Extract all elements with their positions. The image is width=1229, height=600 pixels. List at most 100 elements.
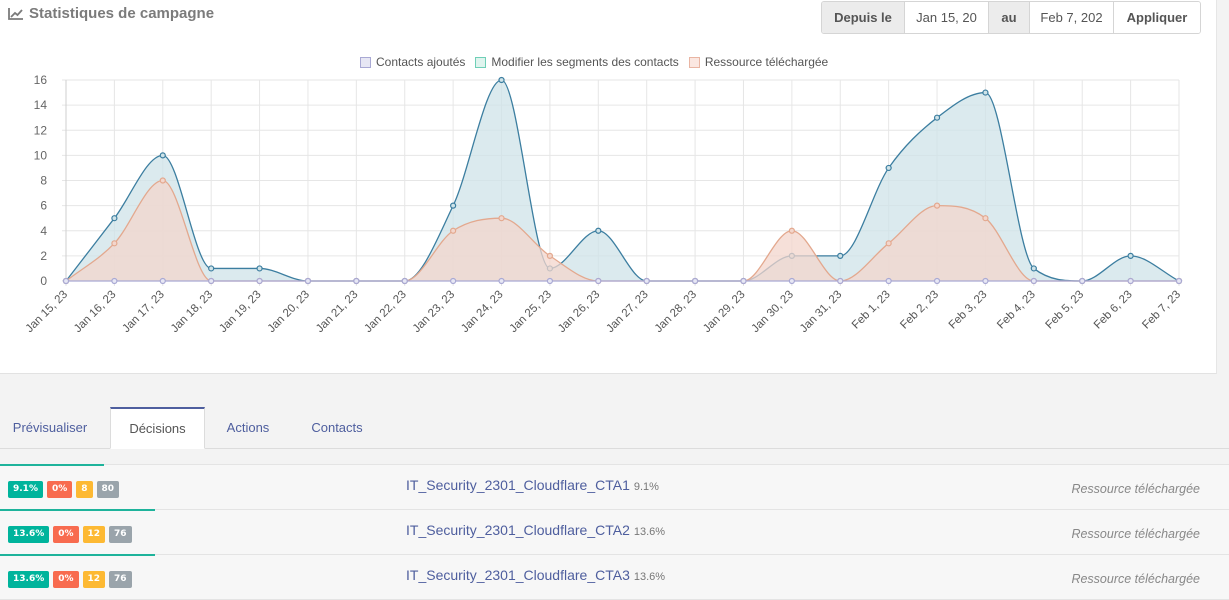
fail-badge: 0%	[46, 481, 73, 498]
yes-count-badge: 8	[76, 481, 93, 498]
data-point	[401, 277, 408, 285]
campaign-line-chart: 0 2 4 6 8 10 12 14 16 Jan 15, 23 Jan 16, 23 Jan 17,…	[24, 73, 1183, 335]
decision-progress	[0, 554, 155, 556]
data-point	[546, 277, 554, 285]
legend-item-downloads[interactable]: Ressource téléchargée	[688, 55, 829, 69]
from-date-input[interactable]: Jan 15, 20	[905, 2, 989, 33]
x-tick-label: Jan 19, 23	[217, 289, 263, 335]
tab-actions[interactable]: Actions	[210, 407, 286, 448]
x-tick-label: Jan 29, 23	[701, 289, 747, 335]
data-point	[837, 277, 844, 285]
decision-row[interactable]: 13.6% 0% 12 76 IT_Security_2301_Cloudfla…	[0, 509, 1229, 555]
x-tick-label: Jan 18, 23	[169, 289, 215, 335]
y-tick-label: 12	[34, 123, 48, 137]
panel-title: Statistiques de campagne	[8, 5, 214, 22]
x-tick-label: Jan 22, 23	[362, 289, 408, 335]
to-label: au	[989, 2, 1030, 33]
decision-pct: 13.6%	[633, 526, 666, 538]
legend-label: Ressource téléchargée	[704, 55, 829, 69]
y-tick-label: 10	[34, 148, 48, 162]
yes-count-badge: 12	[82, 571, 106, 588]
to-date-input[interactable]: Feb 7, 202	[1030, 2, 1114, 33]
data-point	[450, 277, 457, 285]
x-tick-label: Jan 15, 23	[24, 289, 70, 335]
rate-badge: 13.6%	[8, 526, 50, 543]
x-tick-label: Jan 20, 23	[266, 289, 312, 335]
data-point	[498, 215, 505, 222]
y-tick-label: 0	[40, 274, 47, 288]
tab-contacts[interactable]: Contacts	[294, 407, 380, 448]
x-tick-label: Jan 16, 23	[72, 289, 118, 335]
data-point	[304, 277, 312, 285]
data-point	[691, 277, 699, 285]
data-point	[1127, 252, 1134, 259]
y-tick-label: 6	[40, 199, 47, 213]
data-point	[933, 114, 941, 121]
legend-swatch	[688, 56, 700, 68]
data-point	[159, 177, 166, 184]
x-tick-label: Feb 4, 23	[995, 289, 1038, 332]
data-point	[788, 227, 795, 234]
decision-row[interactable]: 13.6% 0% 12 76 IT_Security_2301_Cloudfla…	[0, 554, 1229, 600]
legend-item-contacts-added[interactable]: Contacts ajoutés	[360, 55, 465, 69]
date-range-filter: Depuis le Jan 15, 20 au Feb 7, 202 Appli…	[821, 1, 1201, 34]
data-point	[450, 202, 457, 209]
rate-badge: 9.1%	[8, 481, 43, 498]
data-point	[353, 277, 360, 285]
x-tick-label: Feb 6, 23	[1092, 289, 1135, 332]
data-point	[1127, 277, 1134, 285]
legend-item-segments[interactable]: Modifier les segments des contacts	[475, 55, 679, 69]
x-tick-label: Feb 7, 23	[1140, 289, 1183, 332]
data-point	[788, 277, 795, 285]
data-point	[256, 265, 263, 272]
data-point	[1079, 277, 1086, 285]
tab-decisions[interactable]: Décisions	[110, 407, 205, 449]
data-point	[111, 215, 118, 222]
x-tick-label: Feb 1, 23	[850, 289, 893, 332]
data-point	[546, 252, 554, 259]
y-tick-label: 4	[40, 224, 47, 238]
panel-title-text: Statistiques de campagne	[29, 5, 215, 22]
data-point	[643, 277, 650, 285]
data-point	[595, 277, 602, 285]
data-point	[498, 76, 505, 84]
data-point	[885, 164, 892, 172]
decisions-list: 9.1% 0% 8 80 IT_Security_2301_Cloudflare…	[0, 464, 1229, 600]
line-chart-icon	[8, 8, 23, 20]
decision-progress	[0, 464, 104, 466]
x-tick-label: Jan 31, 23	[798, 289, 844, 335]
apply-button[interactable]: Appliquer	[1114, 2, 1200, 33]
data-point	[498, 277, 505, 285]
data-point	[1030, 277, 1037, 285]
decision-badges: 13.6% 0% 12 76	[8, 571, 132, 588]
data-point	[62, 277, 70, 285]
campaign-stats-panel: Statistiques de campagne Depuis le Jan 1…	[0, 0, 1217, 374]
x-tick-label: Jan 24, 23	[459, 289, 505, 335]
decision-name-link[interactable]: IT_Security_2301_Cloudflare_CTA1 9.1%	[406, 477, 659, 493]
data-point	[450, 227, 457, 234]
data-point	[933, 202, 941, 209]
decision-type: Ressource téléchargée	[1071, 482, 1200, 496]
legend-label: Modifier les segments des contacts	[491, 55, 679, 69]
x-tick-label: Jan 25, 23	[508, 289, 554, 335]
decision-row[interactable]: 9.1% 0% 8 80 IT_Security_2301_Cloudflare…	[0, 464, 1229, 510]
tab-preview[interactable]: Prévisualiser	[0, 407, 100, 448]
decision-name: IT_Security_2301_Cloudflare_CTA1	[406, 477, 630, 493]
data-point	[982, 215, 989, 222]
y-tick-label: 2	[40, 249, 47, 263]
decision-name-link[interactable]: IT_Security_2301_Cloudflare_CTA2 13.6%	[406, 522, 665, 538]
decision-badges: 13.6% 0% 12 76	[8, 526, 132, 543]
data-point	[885, 240, 892, 247]
data-point	[159, 152, 166, 159]
decision-pct: 9.1%	[633, 481, 659, 493]
rate-badge: 13.6%	[8, 571, 50, 588]
x-tick-label: Jan 27, 23	[604, 289, 650, 335]
decision-name-link[interactable]: IT_Security_2301_Cloudflare_CTA3 13.6%	[406, 567, 665, 583]
data-point	[885, 277, 892, 285]
x-tick-label: Feb 2, 23	[898, 289, 941, 332]
no-count-badge: 76	[109, 526, 132, 543]
decision-badges: 9.1% 0% 8 80	[8, 481, 120, 498]
data-point	[982, 89, 989, 96]
tabs-bar: Prévisualiser Décisions Actions Contacts	[0, 407, 1229, 449]
fail-badge: 0%	[53, 526, 79, 543]
